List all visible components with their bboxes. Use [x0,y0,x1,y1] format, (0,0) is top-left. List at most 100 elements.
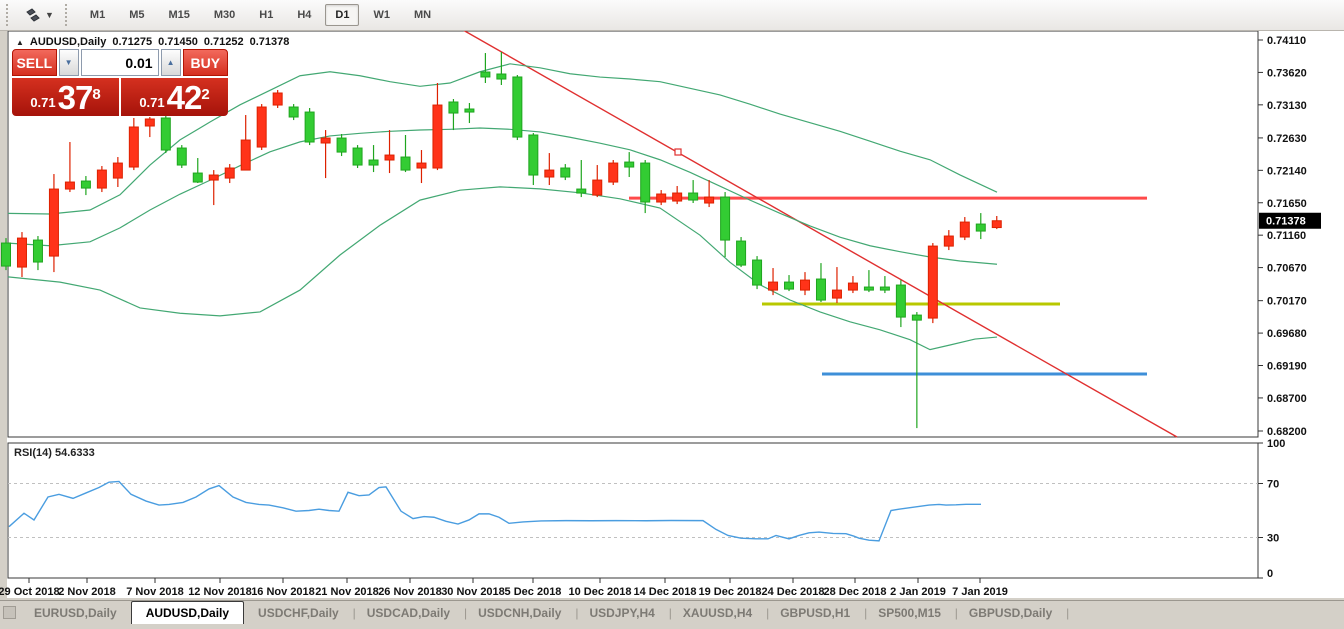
candle[interactable] [928,246,937,318]
candle[interactable] [657,194,666,202]
tf-m5[interactable]: M5 [119,4,154,26]
candle[interactable] [848,283,857,290]
collapse-panel-icon[interactable]: ▲ [16,38,24,47]
candle[interactable] [976,224,985,231]
tab-usdcad-daily[interactable]: USDCAD,Daily| [353,601,464,624]
candle[interactable] [321,138,330,143]
candle[interactable] [545,170,554,177]
candle[interactable] [896,285,905,317]
candle[interactable] [209,175,218,180]
tf-m15[interactable]: M15 [158,4,199,26]
candle[interactable] [289,107,298,117]
candle[interactable] [433,105,442,168]
candle[interactable] [113,163,122,178]
tab-audusd-daily[interactable]: AUDUSD,Daily [131,601,244,624]
candle[interactable] [864,287,873,290]
candle[interactable] [2,243,11,266]
candle[interactable] [401,157,410,170]
candle[interactable] [225,168,234,178]
toolbar-grip[interactable] [6,4,13,26]
tf-h1[interactable]: H1 [249,4,283,26]
toolbar-grip2[interactable] [65,4,72,26]
candle[interactable] [337,138,346,152]
candle[interactable] [449,102,458,113]
candle[interactable] [689,193,698,200]
candle[interactable] [17,238,26,267]
lot-increase-button[interactable]: ▲ [161,49,181,76]
candle[interactable] [97,170,106,188]
candle[interactable] [129,127,138,167]
tf-h4[interactable]: H4 [287,4,321,26]
candle[interactable] [65,182,74,189]
candle[interactable] [992,221,1001,228]
candle[interactable] [513,77,522,137]
price-tick-label: 0.71160 [1267,230,1306,242]
candle[interactable] [705,197,714,203]
candle[interactable] [33,240,42,262]
candle[interactable] [257,107,266,147]
rsi-pane[interactable] [8,443,1258,578]
lot-size-input[interactable] [81,49,159,76]
tf-w1[interactable]: W1 [363,4,400,26]
candle[interactable] [353,148,362,165]
candle[interactable] [369,160,378,165]
candle[interactable] [801,280,810,290]
candle[interactable] [673,193,682,201]
tab-scroll-button[interactable] [3,606,16,619]
tf-m1[interactable]: M1 [80,4,115,26]
tf-m30[interactable]: M30 [204,4,245,26]
date-tick-label: 2 Nov 2018 [58,586,115,598]
candle[interactable] [417,163,426,168]
tf-d1[interactable]: D1 [325,4,359,26]
tab-gbpusd-h1[interactable]: GBPUSD,H1| [766,601,864,624]
candle[interactable] [609,163,618,182]
candle[interactable] [753,260,762,285]
candle[interactable] [465,109,474,112]
tab-usdjpy-h4[interactable]: USDJPY,H4| [575,601,668,624]
candle[interactable] [816,279,825,300]
candle[interactable] [577,189,586,193]
buy-price-box[interactable]: 0.71 42 2 [121,78,228,116]
candle[interactable] [385,155,394,160]
candle[interactable] [177,148,186,165]
candle[interactable] [241,140,250,170]
candle[interactable] [737,241,746,265]
candle[interactable] [593,180,602,195]
candle[interactable] [960,222,969,237]
candle[interactable] [641,163,650,202]
tab-xauusd-h4[interactable]: XAUUSD,H4| [669,601,766,624]
candle[interactable] [625,162,634,167]
trendline-anchor[interactable] [675,149,681,155]
candle[interactable] [832,290,841,298]
candle[interactable] [161,118,170,150]
candle[interactable] [497,74,506,79]
sell-button[interactable]: SELL [12,49,57,76]
sell-price-box[interactable]: 0.71 37 8 [12,78,119,116]
candle[interactable] [193,173,202,182]
candle[interactable] [481,72,490,77]
candle[interactable] [912,315,921,320]
lot-decrease-button[interactable]: ▼ [59,49,79,76]
tab-gbpusd-daily[interactable]: GBPUSD,Daily| [955,601,1066,624]
drawing-objects-button[interactable]: ▼ [19,5,59,25]
candle[interactable] [145,119,154,126]
candle[interactable] [769,282,778,290]
candle[interactable] [880,287,889,290]
candle[interactable] [273,93,282,105]
symbol-name: AUDUSD,Daily [30,36,106,48]
candle[interactable] [561,168,570,177]
date-tick-label: 19 Dec 2018 [699,586,762,598]
tab-usdcnh-daily[interactable]: USDCNH,Daily| [464,601,575,624]
candle[interactable] [721,197,730,240]
candle[interactable] [785,282,794,289]
candle[interactable] [81,181,90,188]
buy-button[interactable]: BUY [183,49,229,76]
candle[interactable] [305,112,314,142]
tab-eurusd-daily[interactable]: EURUSD,Daily| [20,601,131,624]
candle[interactable] [529,135,538,175]
tab-sp500-m15[interactable]: SP500,M15| [864,601,955,624]
tab-usdchf-daily[interactable]: USDCHF,Daily| [244,601,353,624]
candle[interactable] [49,189,58,256]
tf-mn[interactable]: MN [404,4,441,26]
candle[interactable] [944,236,953,246]
